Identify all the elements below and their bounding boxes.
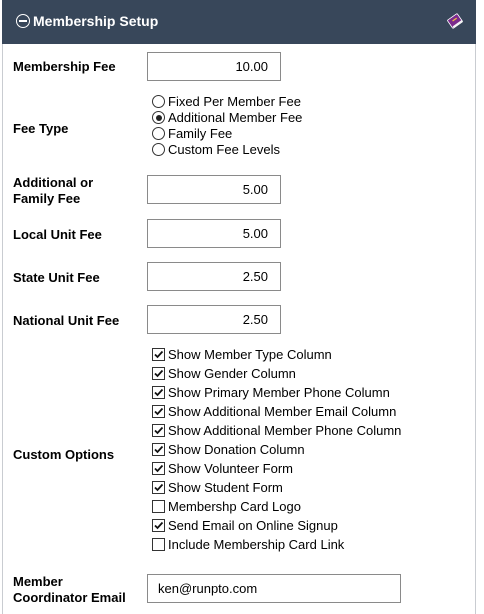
coordinator-email-input[interactable]: ken@runpto.com [147,574,401,603]
additional-fee-label-line1: Additional or [13,175,94,190]
custom-option-checkbox[interactable] [152,443,165,456]
custom-option-label: Include Membership Card Link [168,537,345,552]
local-unit-fee-input[interactable]: 5.00 [147,219,281,248]
fee-type-radio[interactable] [152,111,165,124]
national-unit-fee-label: National Unit Fee [13,313,120,328]
custom-option-label: Show Additional Member Phone Column [168,423,402,438]
custom-option-label: Show Donation Column [168,442,305,457]
custom-option-checkbox[interactable] [152,519,165,532]
fee-type-radio[interactable] [152,143,165,156]
custom-option-checkbox[interactable] [152,424,165,437]
custom-option-checkbox[interactable] [152,348,165,361]
panel-title: Membership Setup [33,13,159,29]
fee-type-option-label: Family Fee [168,126,233,141]
custom-option-label: Show Volunteer Form [168,461,294,476]
custom-option-label: Send Email on Online Signup [168,518,338,533]
fee-type-radio[interactable] [152,95,165,108]
fee-type-label: Fee Type [13,121,69,136]
local-unit-fee-label: Local Unit Fee [13,227,102,242]
coordinator-email-label-line2: Coordinator Email [13,590,126,605]
minus-circle-icon[interactable] [16,14,30,28]
custom-option-label: Show Primary Member Phone Column [168,385,390,400]
custom-option-label: Show Member Type Column [168,347,332,362]
fee-type-radio[interactable] [152,127,165,140]
custom-option-checkbox[interactable] [152,538,165,551]
custom-option-label: Show Student Form [168,480,283,495]
membership-fee-input[interactable]: 10.00 [147,52,281,81]
custom-option-label: Show Additional Member Email Column [168,404,397,419]
fee-type-option-label: Custom Fee Levels [168,142,280,157]
state-unit-fee-input[interactable]: 2.50 [147,262,281,291]
custom-option-checkbox[interactable] [152,405,165,418]
custom-options-label: Custom Options [13,447,115,462]
additional-fee-input[interactable]: 5.00 [147,175,281,204]
custom-option-checkbox[interactable] [152,386,165,399]
additional-fee-label-line2: Family Fee [13,191,81,206]
custom-option-checkbox[interactable] [152,500,165,513]
national-unit-fee-input[interactable]: 2.50 [147,305,281,334]
coordinator-email-label-line1: Member [13,574,63,589]
custom-option-checkbox[interactable] [152,481,165,494]
fee-type-option-label: Fixed Per Member Fee [168,94,301,109]
panel-header: Membership Setup [2,0,476,44]
custom-option-label: Membershp Card Logo [168,499,301,514]
state-unit-fee-label: State Unit Fee [13,270,100,285]
custom-option-checkbox[interactable] [152,367,165,380]
membership-fee-label: Membership Fee [13,59,116,74]
custom-option-label: Show Gender Column [168,366,296,381]
fee-type-option-label: Additional Member Fee [168,110,303,125]
help-book-icon[interactable] [446,12,464,30]
custom-option-checkbox[interactable] [152,462,165,475]
